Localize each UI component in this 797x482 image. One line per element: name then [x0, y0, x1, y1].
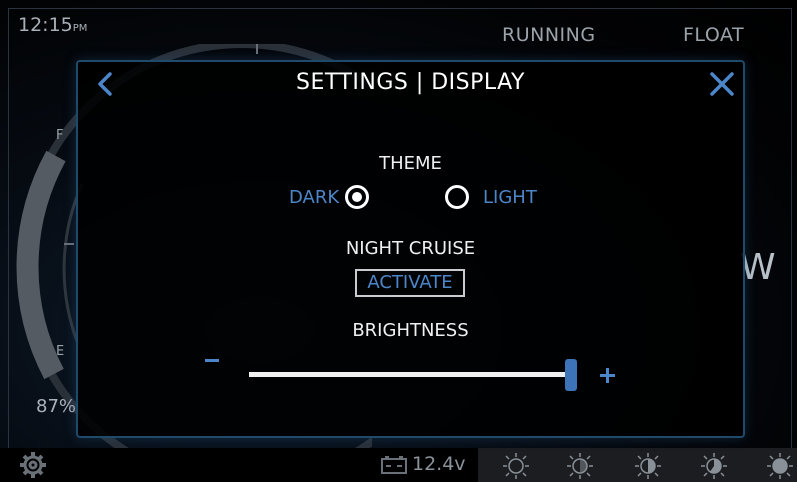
brightness-level-5-icon[interactable] [766, 452, 794, 480]
gear-icon[interactable] [18, 450, 48, 480]
gauge-empty-label: E [56, 344, 65, 359]
radio-selected-dot [352, 192, 362, 202]
brightness-level-4-icon[interactable] [700, 452, 728, 480]
tank-percent: 87% [36, 396, 77, 417]
theme-dark-label[interactable]: DARK [289, 187, 339, 208]
brightness-level-1-icon[interactable] [502, 452, 530, 480]
brightness-slider-track[interactable] [249, 372, 569, 377]
activate-button[interactable]: ACTIVATE [355, 269, 465, 297]
brightness-level-2-icon[interactable] [566, 452, 594, 480]
brightness-decrease-button[interactable] [205, 359, 219, 362]
clock-suffix: PM [72, 23, 88, 34]
brightness-increase-button[interactable] [600, 368, 616, 384]
clock-time: 12:15 [18, 14, 73, 36]
compass-heading: W [740, 247, 776, 288]
battery-voltage: 12.4v [412, 453, 466, 475]
display-settings-dialog: SETTINGS | DISPLAY THEME DARK LIGHT NIGH… [76, 60, 745, 438]
brightness-slider-thumb[interactable] [565, 359, 577, 391]
theme-light-radio[interactable] [445, 185, 469, 209]
clock: 12:15PM [18, 14, 87, 36]
dialog-title: SETTINGS | DISPLAY [296, 70, 525, 95]
float-status: FLOAT [683, 24, 745, 46]
running-status: RUNNING [502, 24, 596, 46]
gauge-full-label: F [56, 128, 64, 143]
brightness-label: BRIGHTNESS [352, 320, 469, 341]
theme-dark-radio[interactable] [345, 185, 369, 209]
theme-label: THEME [379, 153, 442, 174]
battery-icon [381, 456, 407, 474]
night-cruise-label: NIGHT CRUISE [345, 238, 476, 259]
close-icon[interactable] [707, 70, 737, 98]
brightness-level-3-icon[interactable] [634, 452, 662, 480]
theme-light-label[interactable]: LIGHT [483, 187, 537, 208]
